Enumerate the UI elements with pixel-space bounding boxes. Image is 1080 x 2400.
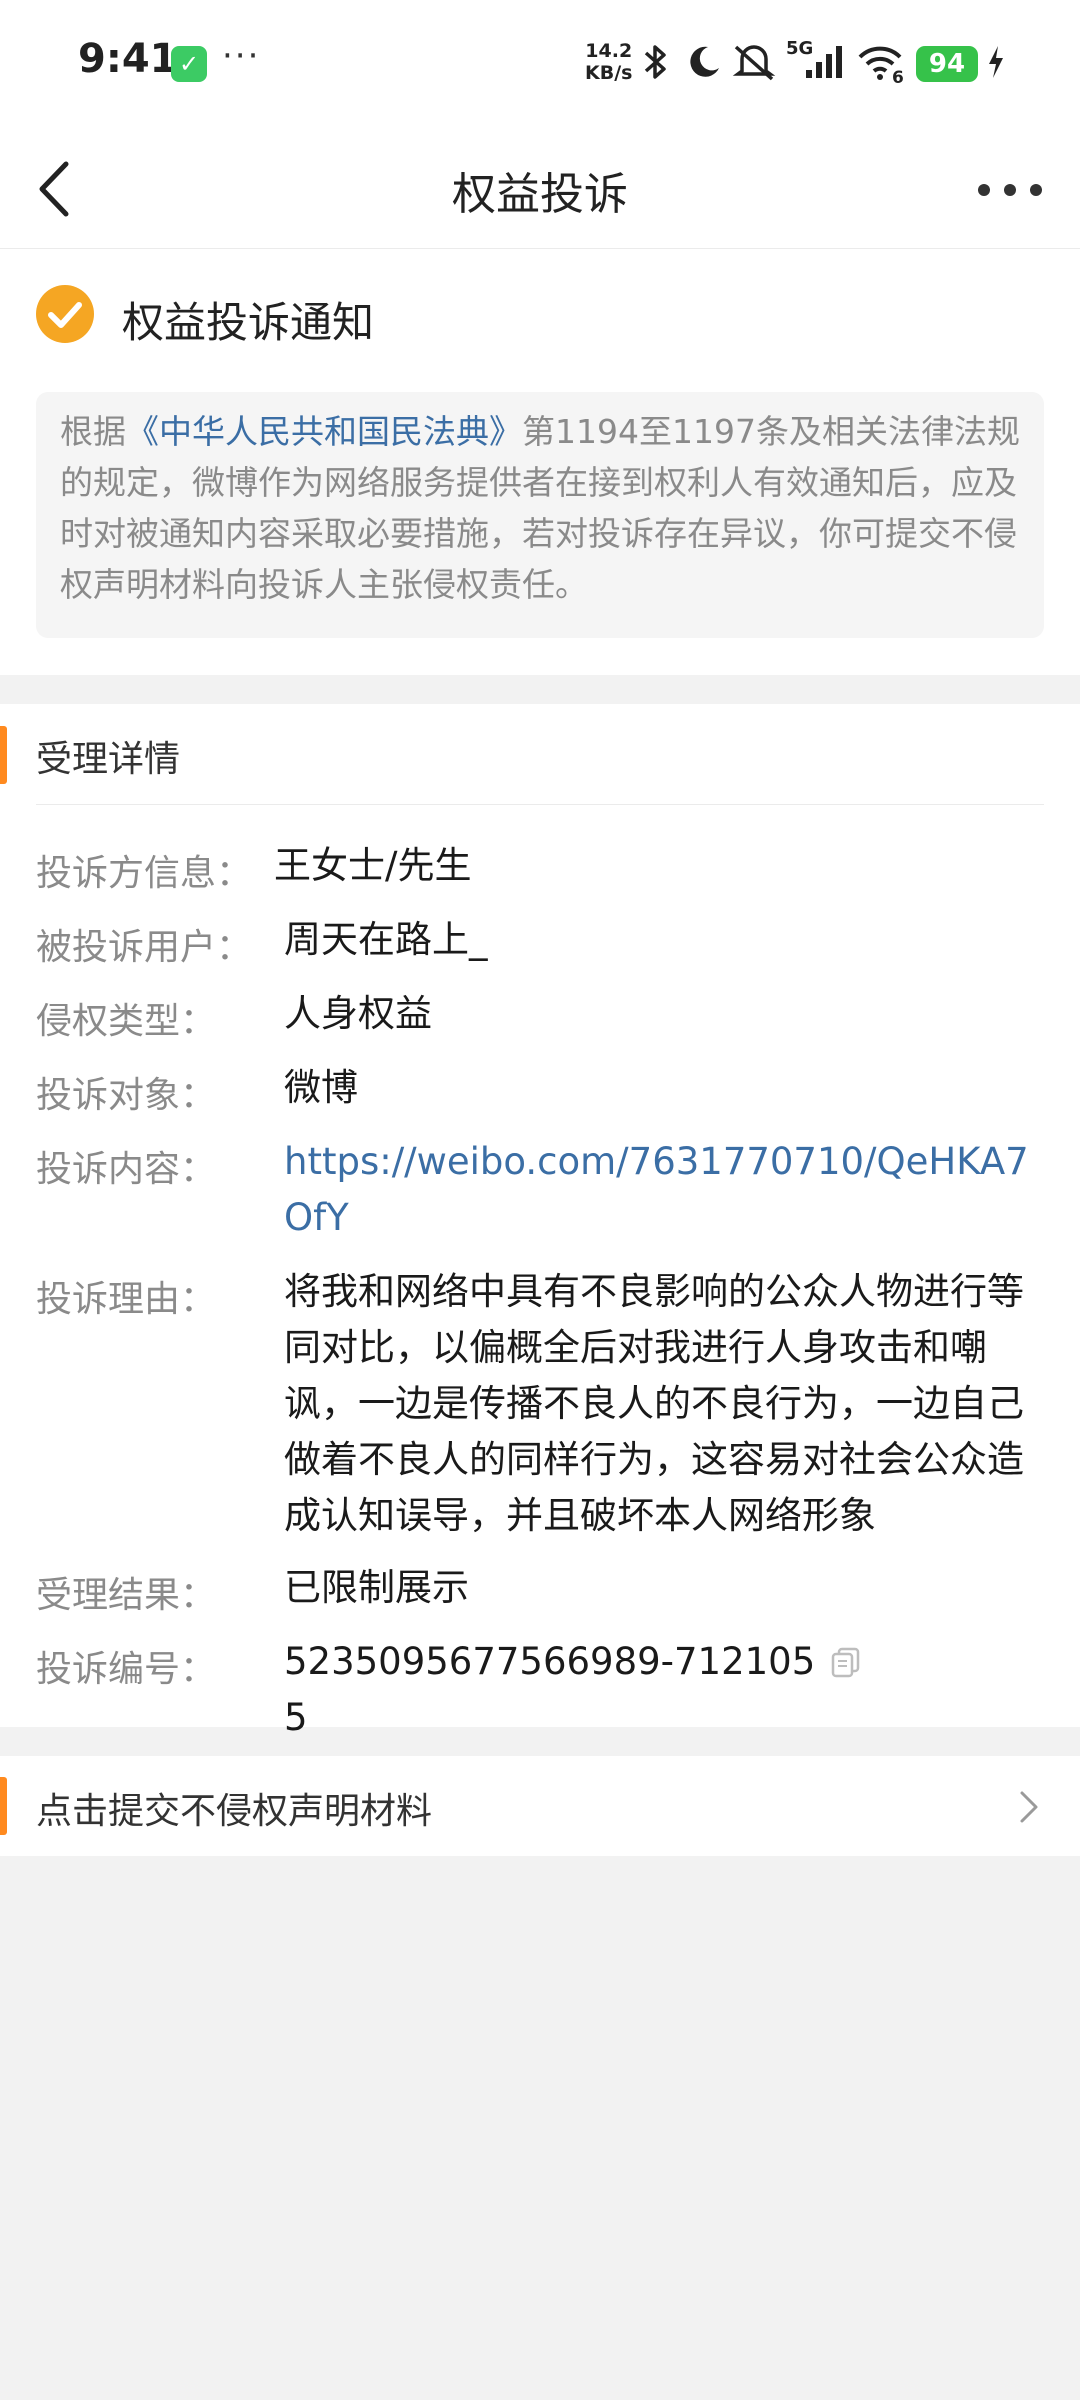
net-speed-value: 14.2: [585, 40, 633, 62]
notice-text: 根据《中华人民共和国民法典》第1194至1197条及相关法律法规的规定，微博作为…: [60, 406, 1026, 610]
row-value: 王女士/先生: [274, 844, 472, 887]
battery-badge: 94: [916, 46, 978, 82]
row-label: 投诉编号：: [36, 1649, 217, 1690]
net-speed-unit: KB/s: [585, 62, 633, 84]
complaint-content-link[interactable]: https://weibo.com/7631770710/QeHKA7OfY: [284, 1134, 1044, 1246]
status-bar: 9:41 ✓ ··· 14.2 KB/s 5G 6 94: [0, 0, 1080, 130]
row-value: 5235095677566989-7121055: [284, 1640, 816, 1739]
wifi-level: 6: [892, 68, 904, 88]
row-value: 将我和网络中具有不良影响的公众人物进行等同对比，以偏概全后对我进行人身攻击和嘲讽…: [284, 1270, 1024, 1537]
more-button[interactable]: [970, 170, 1050, 210]
notice-box: 根据《中华人民共和国民法典》第1194至1197条及相关法律法规的规定，微博作为…: [36, 392, 1044, 638]
nav-bar: 权益投诉: [0, 130, 1080, 249]
shield-check-icon: ✓: [171, 46, 207, 82]
row-label: 侵权类型：: [36, 1001, 217, 1042]
notice-section: 权益投诉通知 根据《中华人民共和国民法典》第1194至1197条及相关法律法规的…: [0, 249, 1080, 675]
net-speed: 14.2 KB/s: [585, 40, 632, 84]
submit-non-infringement-label: 点击提交不侵权声明材料: [36, 1791, 433, 1832]
status-time: 9:41: [78, 36, 178, 82]
section-accent-bar: [0, 1777, 7, 1835]
details-section: 受理详情 投诉方信息： 王女士/先生 被投诉用户： 周天在路上_ 侵权类型： 人…: [0, 704, 1080, 1739]
row-value: 已限制展示: [284, 1566, 469, 1609]
details-section-title: 受理详情: [36, 739, 181, 780]
law-link[interactable]: 《中华人民共和国民法典》: [126, 412, 522, 451]
check-circle-icon: [36, 285, 94, 343]
section-accent-bar: [0, 726, 7, 784]
submit-non-infringement-row[interactable]: 点击提交不侵权声明材料: [0, 1756, 1080, 1856]
notice-text-prefix: 根据: [60, 412, 126, 451]
row-label: 投诉内容：: [36, 1149, 217, 1190]
row-label: 被投诉用户：: [36, 927, 253, 968]
row-value: 人身权益: [284, 992, 432, 1035]
row-label: 投诉理由：: [36, 1279, 217, 1320]
chevron-right-icon: [1016, 1790, 1042, 1824]
status-overflow: ···: [222, 36, 261, 76]
charging-icon: [986, 42, 1006, 82]
row-label: 受理结果：: [36, 1575, 217, 1616]
bluetooth-icon: [640, 42, 670, 82]
row-label: 投诉对象：: [36, 1075, 217, 1116]
copy-icon[interactable]: [830, 1646, 862, 1678]
notice-title: 权益投诉通知: [122, 298, 375, 347]
signal-icon: [804, 42, 844, 82]
divider: [36, 804, 1044, 805]
row-label: 投诉方信息：: [36, 853, 253, 894]
row-value: 周天在路上_: [284, 918, 488, 961]
mute-icon: [732, 42, 776, 82]
row-value: 微博: [284, 1066, 358, 1109]
page-title: 权益投诉: [452, 169, 628, 220]
more-horizontal-icon: [978, 184, 1042, 196]
moon-icon: [686, 42, 722, 82]
